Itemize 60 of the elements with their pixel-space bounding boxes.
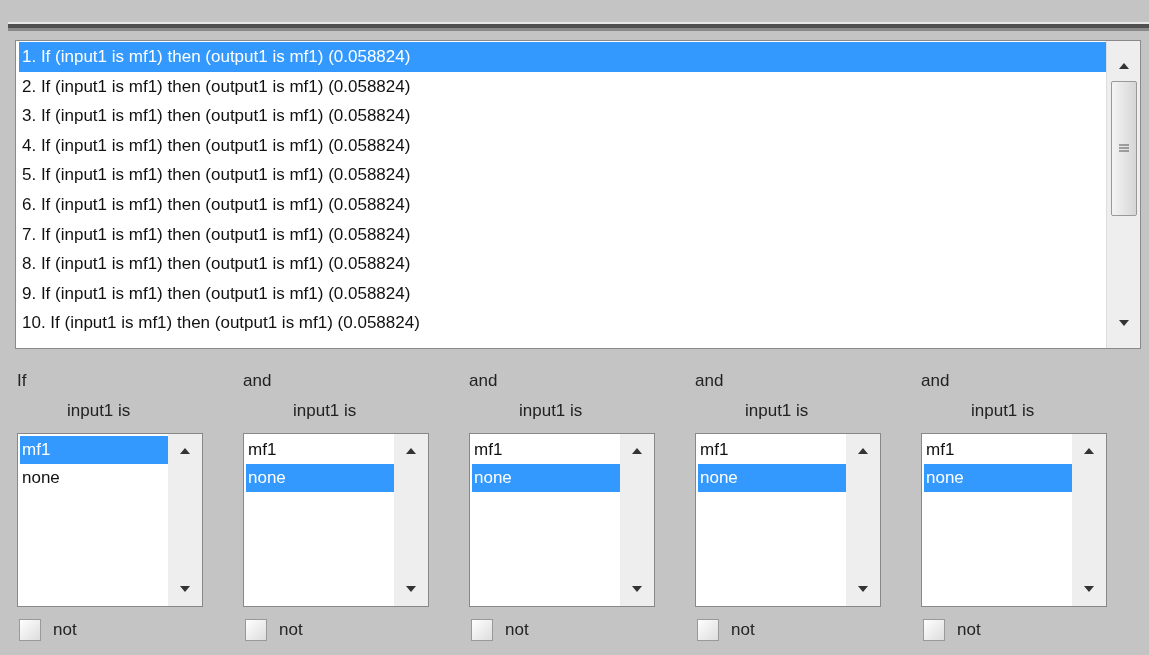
checkbox-label: not	[731, 620, 755, 640]
scroll-up-icon[interactable]	[1084, 448, 1094, 454]
input-label: input1 is	[67, 401, 132, 421]
scrollbar[interactable]	[1106, 41, 1140, 348]
scroll-up-icon[interactable]	[858, 448, 868, 454]
checkbox-label: not	[279, 620, 303, 640]
checkbox-label: not	[957, 620, 981, 640]
rule-item[interactable]: 5. If (input1 is mf1) then (output1 is mf1) (0.058824)	[19, 160, 1106, 190]
not-checkbox[interactable]	[19, 619, 41, 641]
scroll-down-icon[interactable]	[1084, 586, 1094, 592]
scroll-up-icon[interactable]	[632, 448, 642, 454]
input-label: input1 is	[971, 401, 1036, 421]
rule-list[interactable]	[15, 40, 1141, 349]
rule-item[interactable]: 8. If (input1 is mf1) then (output1 is mf1) (0.058824)	[19, 249, 1106, 279]
scroll-up-icon[interactable]	[406, 448, 416, 454]
membership-list[interactable]: mf1 none	[921, 433, 1107, 607]
connector-label: and	[695, 371, 725, 392]
scroll-down-icon[interactable]	[632, 586, 642, 592]
scroll-up-icon[interactable]	[1118, 63, 1129, 69]
input-label: input1 is	[745, 401, 810, 421]
scrollbar[interactable]	[846, 434, 880, 606]
scrollbar[interactable]	[168, 434, 202, 606]
scroll-down-icon[interactable]	[180, 586, 190, 592]
grip-icon	[1118, 143, 1129, 154]
list-option[interactable]: mf1	[924, 436, 1072, 464]
scroll-down-icon[interactable]	[1118, 320, 1129, 326]
scroll-up-icon[interactable]	[180, 448, 190, 454]
connector-label: and	[469, 371, 499, 392]
scroll-down-icon[interactable]	[406, 586, 416, 592]
input-label: input1 is	[519, 401, 584, 421]
not-checkbox[interactable]	[471, 619, 493, 641]
rule-item[interactable]: 2. If (input1 is mf1) then (output1 is mf1) (0.058824)	[19, 71, 1106, 102]
checkbox-label: not	[505, 620, 529, 640]
connector-label: and	[243, 371, 273, 392]
membership-list[interactable]: mf1 none	[469, 433, 655, 607]
connector-label: and	[921, 371, 951, 392]
not-checkbox[interactable]	[245, 619, 267, 641]
list-option[interactable]: mf1	[246, 436, 394, 464]
checkbox-label: not	[53, 620, 77, 640]
not-checkbox[interactable]	[697, 619, 719, 641]
list-option[interactable]: none	[20, 464, 168, 492]
membership-list[interactable]: mf1 none	[243, 433, 429, 607]
list-option[interactable]: mf1	[698, 436, 846, 464]
connector-label: If	[17, 371, 28, 392]
rule-item[interactable]: 7. If (input1 is mf1) then (output1 is mf1) (0.058824)	[19, 219, 1106, 250]
rule-item[interactable]: 3. If (input1 is mf1) then (output1 is mf1) (0.058824)	[19, 101, 1106, 131]
membership-list[interactable]: mf1 none	[695, 433, 881, 607]
scrollbar[interactable]	[1072, 434, 1106, 606]
rule-item[interactable]: 6. If (input1 is mf1) then (output1 is mf1) (0.058824)	[19, 189, 1106, 220]
scrollbar[interactable]	[394, 434, 428, 606]
membership-list[interactable]: mf1 none	[17, 433, 203, 607]
scroll-down-icon[interactable]	[858, 586, 868, 592]
rule-item[interactable]: 4. If (input1 is mf1) then (output1 is mf1) (0.058824)	[19, 130, 1106, 161]
not-checkbox[interactable]	[923, 619, 945, 641]
scrollbar[interactable]	[620, 434, 654, 606]
rule-item[interactable]: 10. If (input1 is mf1) then (output1 is mf1) (0.058824)	[19, 308, 1106, 338]
list-option[interactable]: mf1	[472, 436, 620, 464]
scroll-thumb[interactable]	[1110, 81, 1137, 216]
input-label: input1 is	[293, 401, 358, 421]
rule-item[interactable]: 9. If (input1 is mf1) then (output1 is mf1) (0.058824)	[19, 278, 1106, 309]
